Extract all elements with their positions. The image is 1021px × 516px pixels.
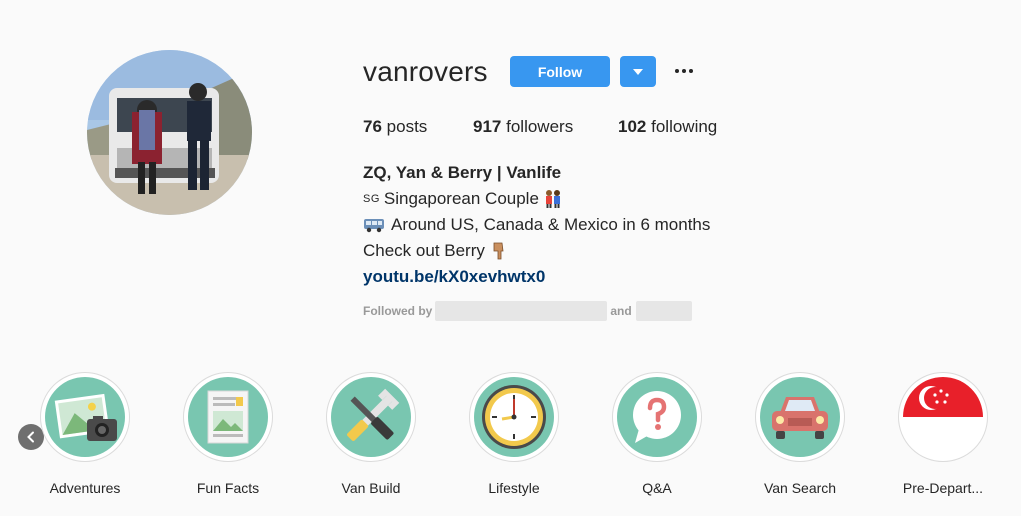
highlight-label: Fun Facts [196,480,260,496]
bio-line-2-text: Around US, Canada & Mexico in 6 months [391,215,711,234]
bio-line-1: SG Singaporean Couple [363,186,710,212]
followers-count: 917 [473,117,502,136]
redacted-usernames [435,301,608,321]
follow-button[interactable]: Follow [510,56,610,87]
bio-line-3-text: Check out Berry [363,241,485,260]
highlight-lifestyle[interactable]: Lifestyle [459,372,569,496]
followed-by-label: Followed by [363,304,433,318]
stat-posts: 76 posts [363,117,427,137]
bio-line-2: Around US, Canada & Mexico in 6 months [363,212,710,238]
redacted-count [635,301,692,321]
stat-followers[interactable]: 917 followers [473,117,573,137]
followed-by-and: and [610,304,632,318]
followers-label: followers [506,117,574,136]
bio-flag-sg: SG [363,193,380,205]
highlight-label: Pre-Depart... [902,480,984,496]
stat-following[interactable]: 102 following [618,117,717,137]
highlight-label: Lifestyle [488,480,540,496]
minibus-emoji-icon [364,219,384,233]
couple-emoji-icon [545,190,560,208]
highlight-label: Adventures [49,480,121,496]
profile-avatar[interactable] [87,50,252,215]
chevron-down-icon [633,68,643,75]
profile-bio: ZQ, Yan & Berry | Vanlife SG Singaporean… [363,160,710,290]
question-bubble-icon [617,377,697,457]
highlight-van-build[interactable]: Van Build [316,372,426,496]
more-options-button[interactable] [668,58,700,84]
profile-full-name: ZQ, Yan & Berry | Vanlife [363,163,562,182]
clock-icon [474,377,554,457]
avatar-photo [87,50,252,215]
suggestions-dropdown-button[interactable] [620,56,656,87]
highlight-fun-facts[interactable]: Fun Facts [173,372,283,496]
singapore-flag-icon [903,377,983,457]
highlight-label: Q&A [642,480,672,496]
highlight-pre-departure[interactable]: Pre-Depart... [888,372,998,496]
followed-by[interactable]: Followed by and [363,301,692,321]
following-label: following [651,117,718,136]
highlight-label: Van Search [763,480,837,496]
ellipsis-icon [675,69,693,73]
following-count: 102 [618,117,647,136]
photo-camera-icon [45,377,125,457]
document-icon [188,377,268,457]
highlight-label: Van Build [341,480,401,496]
posts-label: posts [386,117,428,136]
highlight-van-search[interactable]: Van Search [745,372,855,496]
posts-count: 76 [363,117,382,136]
tools-icon [331,377,411,457]
highlight-adventures[interactable]: Adventures [30,372,140,496]
bio-line-1-text: Singaporean Couple [383,189,539,208]
bio-external-link[interactable]: youtu.be/kX0xevhwtx0 [363,267,545,286]
highlight-qa[interactable]: Q&A [602,372,712,496]
bio-line-3: Check out Berry [363,238,710,264]
pointing-down-emoji-icon [493,242,504,260]
car-icon [760,377,840,457]
profile-username: vanrovers [363,56,488,87]
